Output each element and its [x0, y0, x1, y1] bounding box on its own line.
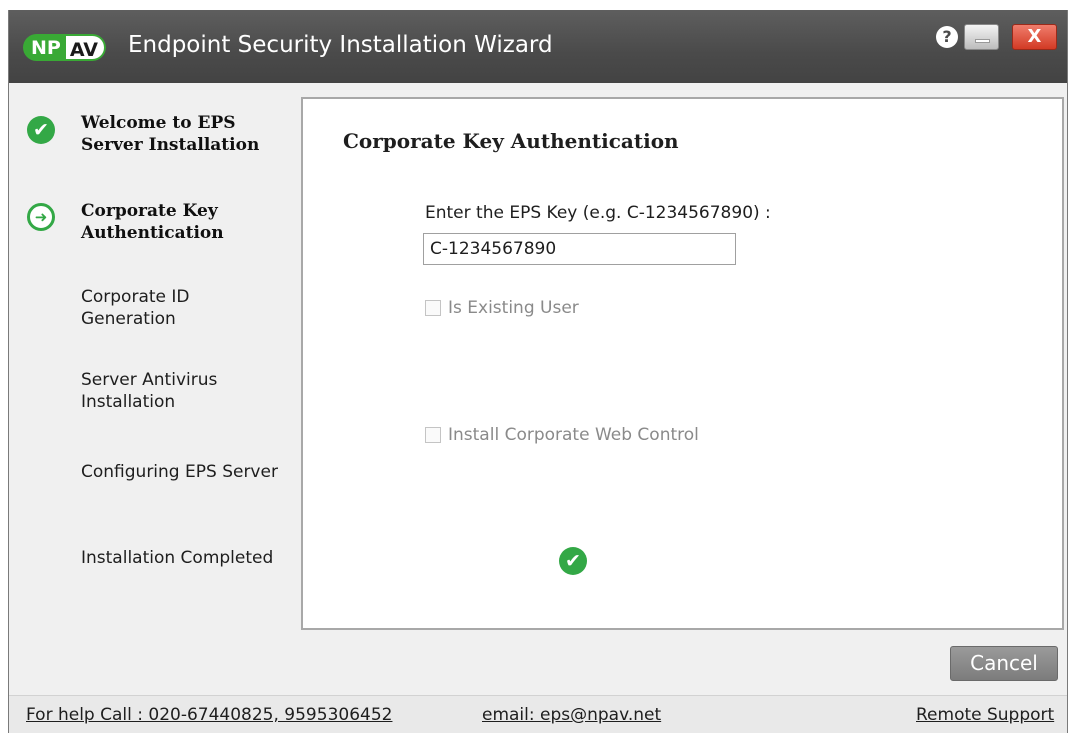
cancel-button[interactable]: Cancel — [950, 646, 1058, 681]
step-label-line2: Generation — [81, 309, 176, 329]
close-button[interactable]: X — [1012, 24, 1057, 50]
step-label-line1: Welcome to EPS — [81, 113, 236, 133]
title-bar: NP AV Endpoint Security Installation Wiz… — [9, 10, 1067, 83]
step-label-line2: Authentication — [81, 223, 224, 243]
content-panel: Corporate Key Authentication Enter the E… — [301, 97, 1064, 630]
web-control-checkbox[interactable]: Install Corporate Web Control — [425, 425, 699, 445]
step-label-line2: Installation — [81, 392, 176, 412]
email-link[interactable]: email: eps@npav.net — [482, 705, 661, 725]
steps-sidebar: ✔ Welcome to EPS Server Installation ➜ C… — [9, 83, 299, 683]
logo-av: AV — [63, 34, 106, 61]
eps-key-label: Enter the EPS Key (e.g. C-1234567890) : — [425, 203, 771, 223]
step-current-arrow-icon: ➜ — [27, 203, 55, 231]
web-control-label: Install Corporate Web Control — [448, 425, 699, 445]
page-title: Corporate Key Authentication — [343, 129, 679, 153]
logo-np: NP — [23, 34, 64, 61]
step-label-line1: Configuring EPS Server — [81, 462, 278, 482]
step-label-line2: Server Installation — [81, 135, 260, 155]
step-label-line1: Corporate Key — [81, 201, 218, 221]
step-corporate-id: Corporate ID Generation — [81, 286, 190, 330]
remote-support-link[interactable]: Remote Support — [916, 705, 1054, 725]
eps-key-input[interactable] — [423, 233, 736, 265]
minimize-button[interactable] — [964, 24, 999, 50]
step-label-line1: Corporate ID — [81, 287, 190, 307]
step-welcome: Welcome to EPS Server Installation — [81, 112, 259, 156]
existing-user-checkbox[interactable]: Is Existing User — [425, 298, 579, 318]
step-installation-completed: Installation Completed — [81, 547, 273, 569]
help-call-link[interactable]: For help Call : 020-67440825, 9595306452 — [26, 705, 392, 725]
npav-logo: NP AV — [23, 34, 106, 61]
step-label-line1: Server Antivirus — [81, 370, 218, 390]
checkbox-box[interactable] — [425, 427, 441, 443]
step-label-line1: Installation Completed — [81, 548, 274, 568]
checkbox-box[interactable] — [425, 300, 441, 316]
step-corporate-key: Corporate Key Authentication — [81, 200, 224, 244]
window-title: Endpoint Security Installation Wizard — [128, 32, 553, 58]
step-server-antivirus: Server Antivirus Installation — [81, 369, 217, 413]
footer-bar: For help Call : 020-67440825, 9595306452… — [9, 695, 1067, 733]
help-icon[interactable]: ? — [936, 26, 958, 48]
step-done-check-icon: ✔ — [27, 116, 55, 144]
key-valid-check-icon: ✔ — [559, 547, 587, 575]
step-configuring-eps: Configuring EPS Server — [81, 461, 278, 483]
existing-user-label: Is Existing User — [448, 298, 579, 318]
minimize-icon — [975, 39, 990, 43]
installer-window: NP AV Endpoint Security Installation Wiz… — [8, 10, 1068, 733]
